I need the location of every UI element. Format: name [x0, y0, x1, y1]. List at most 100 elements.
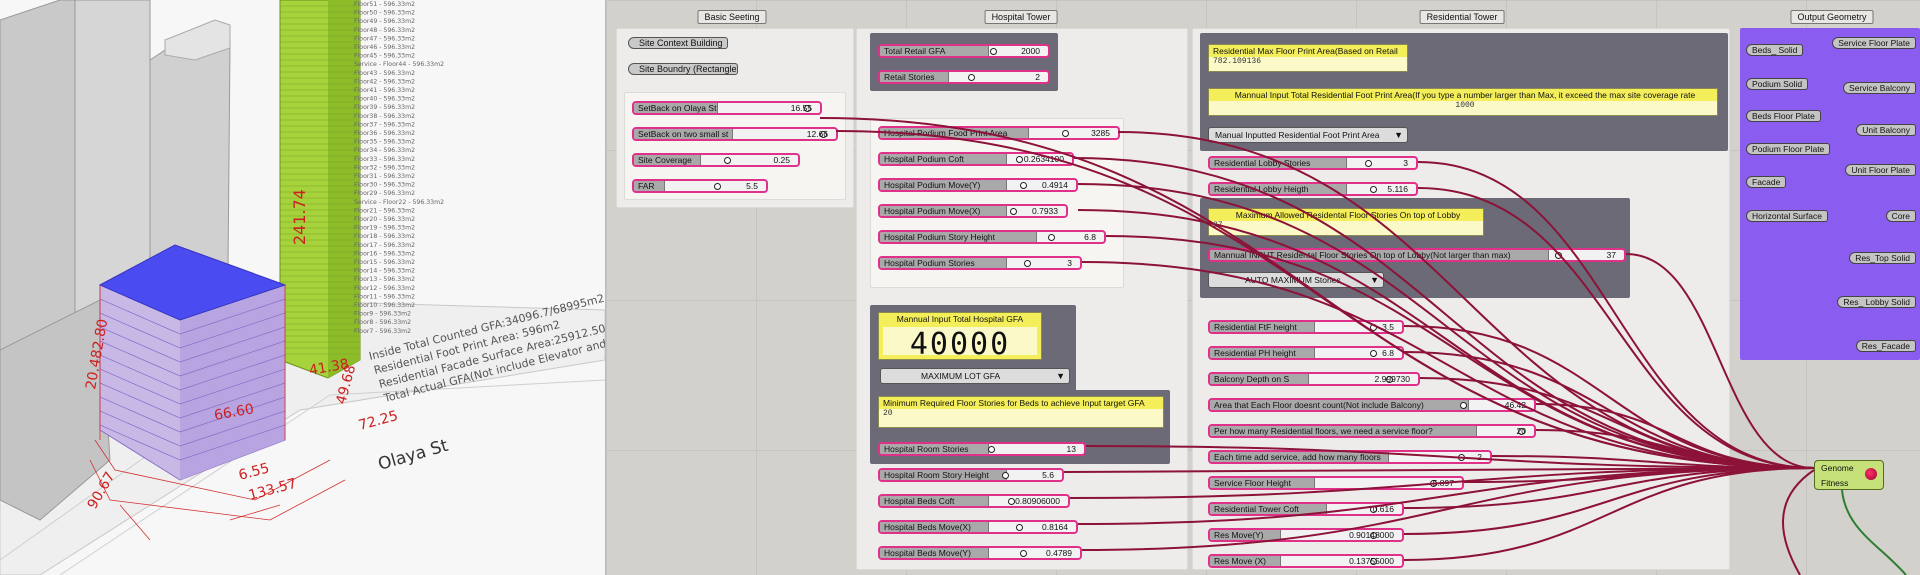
slider-far[interactable]: FAR 5.5 [632, 179, 768, 193]
output-param-res-facade[interactable]: Res_Facade [1855, 340, 1916, 352]
min-floor-value: 20 [879, 409, 1163, 427]
slider-residential-ftf-height[interactable]: Residential FtF height 3.5 [1208, 320, 1404, 334]
slider-hospital-podium-move-y-[interactable]: Hospital Podium Move(Y) 0.4914 [878, 178, 1078, 192]
slider-knob[interactable] [990, 48, 997, 55]
output-param-podium-floor-plate[interactable]: Podium Floor Plate [1746, 143, 1831, 155]
slider-knob[interactable] [1002, 472, 1009, 479]
output-param-core[interactable]: Core [1885, 210, 1916, 222]
slider-residential-lobby-stories[interactable]: Residential Lobby Stories 3 [1208, 156, 1418, 170]
slider-hospital-podium-story-height[interactable]: Hospital Podium Story Height 6.8 [878, 230, 1106, 244]
slider-area-that-each-floor-doesnt-count-not-include-balcony-[interactable]: Area that Each Floor doesnt count(Not in… [1208, 398, 1536, 412]
slider-hospital-podium-coft[interactable]: Hospital Podium Coft 0.2634100 [878, 152, 1074, 166]
slider-knob[interactable] [1008, 498, 1015, 505]
slider-manual-res-stories[interactable]: Mannual INPUT Residental Floor Stories O… [1208, 248, 1626, 262]
slider-each-time-add-service-add-how-many-floors[interactable]: Each time add service, add how many floo… [1208, 450, 1492, 464]
output-param-unit-floor-plate[interactable]: Unit Floor Plate [1845, 164, 1916, 176]
group-title-residential[interactable]: Residential Tower [1419, 10, 1505, 24]
group-title-basic[interactable]: Basic Seeting [697, 10, 767, 24]
slider-knob[interactable] [1370, 350, 1377, 357]
slider-hospital-beds-move-y-[interactable]: Hospital Beds Move(Y) 0.4789 [878, 546, 1082, 560]
site-context-building-param[interactable]: Site Context Building [628, 37, 728, 49]
slider-knob[interactable] [714, 183, 721, 190]
group-title-output[interactable]: Output Geometry [1790, 10, 1874, 24]
floor-label: Floor40 - 596.33m2 [354, 96, 415, 103]
slider-res-move-y-[interactable]: Res Move(Y) 0.90148000 [1208, 528, 1404, 542]
slider-knob[interactable] [1010, 208, 1017, 215]
site-boundary-param[interactable]: Site Boundry (Rectangle) [628, 63, 738, 75]
slider-knob[interactable] [968, 74, 975, 81]
res-max-stories-panel[interactable]: Maximum Allowed Residental Floor Stories… [1208, 208, 1484, 236]
slider-knob[interactable] [1555, 252, 1562, 259]
output-param-res-top-solid[interactable]: Res_Top Solid [1849, 252, 1916, 264]
slider-knob[interactable] [1370, 186, 1377, 193]
genome-fitness-component[interactable]: Genome Fitness [1814, 460, 1884, 490]
slider-knob[interactable] [1370, 324, 1377, 331]
slider-value: 0.8164 [1042, 522, 1068, 532]
slider-res-move-x-[interactable]: Res Move (X) 0.13755000 [1208, 554, 1404, 568]
floor-label: Floor31 - 596.33m2 [354, 173, 415, 180]
slider-site-coverage[interactable]: Site Coverage 0.25 [632, 153, 800, 167]
slider-per-how-many-residential-floors-we-need-a-service-floor-[interactable]: Per how many Residential floors, we need… [1208, 424, 1536, 438]
output-param-facade[interactable]: Facade [1746, 176, 1787, 188]
min-floor-stories-panel[interactable]: Minimum Required Floor Stories for Beds … [878, 396, 1164, 428]
slider-knob[interactable] [1016, 156, 1023, 163]
slider-knob[interactable] [988, 446, 995, 453]
output-param-podium-solid[interactable]: Podium Solid [1746, 78, 1809, 90]
res-max-footprint-panel[interactable]: Residential Max Floor Print Area(Based o… [1208, 44, 1408, 72]
slider-hospital-podium-food-print-area[interactable]: Hospital Podium Food Print Area 3285 [878, 126, 1120, 140]
group-title-hospital[interactable]: Hospital Tower [984, 10, 1058, 24]
lot-gfa-dropdown[interactable]: MAXIMUM LOT GFA ▼ [880, 368, 1070, 384]
slider-knob[interactable] [1024, 260, 1031, 267]
hospital-gfa-value[interactable]: 40000 [883, 327, 1037, 362]
slider-knob[interactable] [1020, 182, 1027, 189]
slider-residential-tower-coft[interactable]: Residential Tower Coft 0.616 [1208, 502, 1404, 516]
slider-total-retail-gfa[interactable]: Total Retail GFA 2000 [878, 44, 1050, 58]
output-param-res-lobby-solid[interactable]: Res_ Lobby Solid [1837, 296, 1916, 308]
output-param-beds-floor-plate[interactable]: Beds Floor Plate [1746, 110, 1821, 122]
auto-stories-dropdown[interactable]: AUTO MAXIMUM Stories ▼ [1208, 272, 1384, 288]
slider-balcony-depth-on-s[interactable]: Balcony Depth on S 2.999730 [1208, 372, 1420, 386]
slider-label: Res Move(Y) [1210, 530, 1281, 540]
slider-hospital-podium-stories[interactable]: Hospital Podium Stories 3 [878, 256, 1082, 270]
hospital-gfa-panel[interactable]: Mannual Input Total Hospital GFA 40000 [878, 312, 1042, 362]
auto-stories-label: AUTO MAXIMUM Stories [1245, 275, 1341, 285]
output-param-service-floor-plate[interactable]: Service Floor Plate [1832, 37, 1916, 49]
slider-value: 3.5 [1382, 322, 1394, 332]
slider-hospital-room-stories[interactable]: Hospital Room Stories 13 [878, 442, 1086, 456]
slider-setback-on-olaya-st[interactable]: SetBack on Olaya St 16.55 [632, 101, 822, 115]
res-manual-title: Mannual Input Total Residential Foot Pri… [1234, 90, 1696, 100]
res-manual-value[interactable]: 1000 [1209, 101, 1717, 115]
slider-knob[interactable] [1460, 402, 1467, 409]
slider-hospital-room-story-height[interactable]: Hospital Room Story Height 5.6 [878, 468, 1064, 482]
slider-residential-lobby-heigth[interactable]: Residential Lobby Heigth 5.116 [1208, 182, 1418, 196]
output-param-unit-balcony[interactable]: Unit Balcony [1856, 124, 1916, 136]
slider-label: Hospital Podium Story Height [880, 232, 1037, 242]
slider-hospital-podium-move-x-[interactable]: Hospital Podium Move(X) 0.7933 [878, 204, 1068, 218]
slider-knob[interactable] [1062, 130, 1069, 137]
slider-knob[interactable] [724, 157, 731, 164]
output-param-beds-solid[interactable]: Beds_ Solid [1746, 44, 1804, 56]
floor-label: Floor17 - 596.33m2 [354, 242, 415, 249]
floor-label: Floor34 - 596.33m2 [354, 147, 415, 154]
slider-service-floor-height[interactable]: Service Floor Height 5.897 [1208, 476, 1464, 490]
slider-hospital-beds-coft[interactable]: Hospital Beds Coft 0.80906000 [878, 494, 1070, 508]
res-footprint-dropdown[interactable]: Manual Inputted Residential Foot Print A… [1208, 127, 1408, 143]
slider-knob[interactable] [1016, 524, 1023, 531]
slider-knob[interactable] [1458, 454, 1465, 461]
slider-knob[interactable] [1020, 550, 1027, 557]
slider-hospital-beds-move-x-[interactable]: Hospital Beds Move(X) 0.8164 [878, 520, 1078, 534]
slider-setback-on-two-small-st[interactable]: SetBack on two small st 12.66 [632, 127, 838, 141]
floor-label: Floor45 - 596.33m2 [354, 53, 415, 60]
floor-label: Floor13 - 596.33m2 [354, 276, 415, 283]
output-param-horizontal-surface[interactable]: Horizontal Surface [1746, 210, 1828, 222]
slider-knob[interactable] [1048, 234, 1055, 241]
slider-retail-stories[interactable]: Retail Stories 2 [878, 70, 1050, 84]
rhino-viewport[interactable]: 20.482.80 66.60 133.57 90.67 72.25 49.68… [0, 0, 606, 575]
output-param-service-balcony[interactable]: Service Balcony [1843, 82, 1916, 94]
slider-value: 6.8 [1382, 348, 1394, 358]
slider-label: Total Retail GFA [880, 46, 989, 56]
slider-residential-ph-height[interactable]: Residential PH height 6.8 [1208, 346, 1404, 360]
slider-value: 5.116 [1387, 184, 1408, 194]
slider-knob[interactable] [1365, 160, 1372, 167]
res-manual-footprint-panel[interactable]: Mannual Input Total Residential Foot Pri… [1208, 88, 1718, 116]
